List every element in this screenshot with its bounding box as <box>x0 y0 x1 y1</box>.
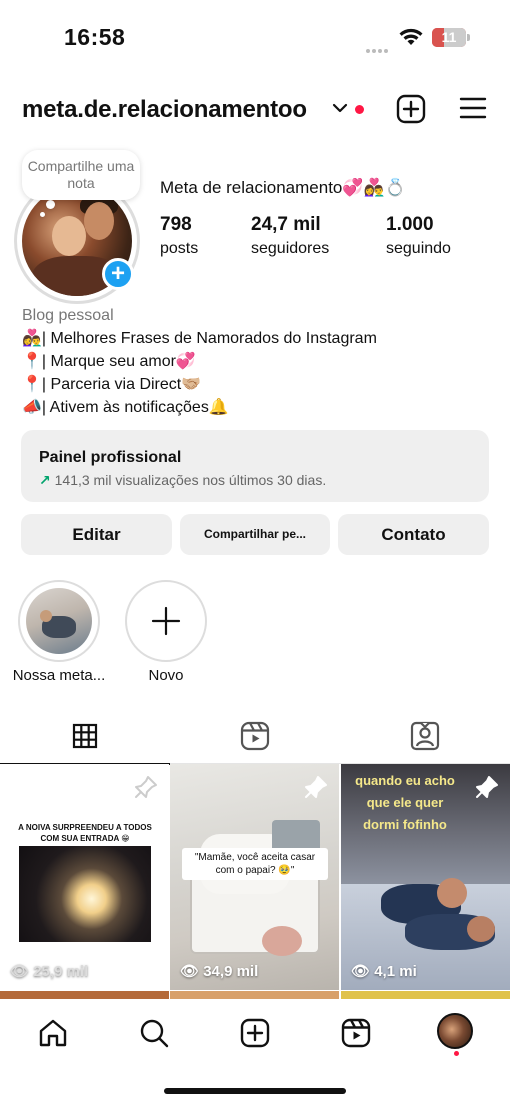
eye-icon: 👁 <box>351 963 371 980</box>
stat-posts[interactable]: 798 posts <box>160 214 198 258</box>
new-highlight-button[interactable] <box>125 580 207 662</box>
new-highlight-label: Novo <box>148 667 184 684</box>
hamburger-menu-icon[interactable] <box>459 96 487 120</box>
stat-followers[interactable]: 24,7 mil seguidores <box>251 214 329 258</box>
bio-line: 📣| Ativem às notificações🔔 <box>22 399 229 416</box>
stat-following-label: seguindo <box>386 240 451 257</box>
post-views: 👁 34,9 mil <box>180 963 259 980</box>
profile-category: Blog pessoal <box>22 307 114 324</box>
stat-followers-value: 24,7 mil <box>251 214 321 235</box>
tab-posts-grid[interactable] <box>0 708 170 765</box>
profile-display-name: Meta de relacionamento💞👩‍❤️‍👨💍 <box>160 178 406 197</box>
highlight-label: Nossa meta... <box>12 667 106 684</box>
note-bubble-tail <box>46 200 55 209</box>
eye-icon: 👁 <box>180 963 200 980</box>
share-profile-button[interactable]: Compartilhar pe... <box>180 514 330 555</box>
post-views: 👁 25,9 mil <box>10 963 89 980</box>
battery-level: 11 <box>441 29 457 45</box>
post-caption: "Mamãe, você aceita casar com o papai? 🥹… <box>182 848 328 880</box>
status-bar: 16:58 11 <box>0 0 510 72</box>
stat-posts-value: 798 <box>160 214 192 235</box>
status-time: 16:58 <box>64 24 126 50</box>
profile-tabs <box>0 708 510 765</box>
notification-dot <box>454 1051 459 1056</box>
edit-profile-button[interactable]: Editar <box>21 514 172 555</box>
bio-line: 👩‍❤️‍👨| Melhores Frases de Namorados do … <box>22 330 377 347</box>
post-thumbnail-partial[interactable] <box>0 991 169 999</box>
create-plus-icon[interactable] <box>396 94 426 124</box>
wifi-icon <box>399 28 423 45</box>
plus-square-icon <box>240 1018 270 1048</box>
pin-icon <box>476 776 498 798</box>
home-icon <box>39 1019 67 1047</box>
nav-reels[interactable] <box>336 1013 376 1053</box>
post-thumbnail[interactable]: "Mamãe, você aceita casar com o papai? 🥹… <box>170 764 339 990</box>
dashboard-views-text: 141,3 mil visualizações nos últimos 30 d… <box>54 472 327 488</box>
post-views: 👁 4,1 mi <box>351 963 417 980</box>
stat-followers-label: seguidores <box>251 240 330 257</box>
dashboard-title: Painel profissional <box>39 449 182 466</box>
contact-button[interactable]: Contato <box>338 514 489 555</box>
stat-posts-label: posts <box>160 240 199 257</box>
tagged-person-icon <box>410 721 440 751</box>
note-bubble-tail-small <box>40 212 45 217</box>
pin-icon <box>305 776 327 798</box>
nav-create[interactable] <box>235 1013 275 1053</box>
add-story-button[interactable]: + <box>102 258 134 290</box>
professional-dashboard[interactable]: Painel profissional ↗ 141,3 mil visualiz… <box>21 430 489 502</box>
nav-profile-avatar[interactable] <box>437 1013 473 1049</box>
highlight-cover[interactable] <box>26 588 92 654</box>
reels-icon <box>240 721 270 751</box>
post-caption: A NOIVA SURPREENDEU A TODOS COM SUA ENTR… <box>18 823 152 843</box>
notification-dot <box>355 105 364 114</box>
profile-header: meta.de.relacionamentoo <box>0 88 510 132</box>
post-thumbnail-partial[interactable] <box>170 991 339 999</box>
eye-icon: 👁 <box>10 963 30 980</box>
profile-username[interactable]: meta.de.relacionamentoo <box>22 96 307 124</box>
tab-reels[interactable] <box>170 708 340 764</box>
bottom-navigation <box>0 999 510 1065</box>
reels-icon <box>341 1018 371 1048</box>
trend-up-icon: ↗ <box>39 472 51 488</box>
post-caption: quando eu acho que ele quer dormi fofinh… <box>355 773 455 832</box>
post-thumbnail[interactable]: quando eu acho que ele quer dormi fofinh… <box>341 764 510 990</box>
grid-icon <box>72 723 98 749</box>
bio-line: 📍| Parceria via Direct🤝🏼 <box>22 376 202 393</box>
nav-search[interactable] <box>134 1013 174 1053</box>
bio-line: 📍| Marque seu amor💞 <box>22 353 196 370</box>
nav-home[interactable] <box>33 1013 73 1053</box>
share-note-bubble[interactable]: Compartilhe uma nota <box>22 150 140 200</box>
profile-bio: Blog pessoal 👩‍❤️‍👨| Melhores Frases de … <box>22 304 377 419</box>
post-thumbnail-partial[interactable] <box>341 991 510 999</box>
plus-icon <box>151 606 181 636</box>
post-image <box>19 846 151 942</box>
pin-icon <box>135 776 157 798</box>
search-icon <box>140 1019 169 1048</box>
tab-tagged[interactable] <box>340 708 510 764</box>
chevron-down-icon[interactable] <box>332 102 348 114</box>
stat-following[interactable]: 1.000 seguindo <box>386 214 451 258</box>
stat-following-value: 1.000 <box>386 214 434 235</box>
home-indicator <box>164 1088 346 1094</box>
battery-icon: 11 <box>432 28 470 47</box>
cellular-signal-icon <box>366 40 390 58</box>
post-thumbnail[interactable]: A NOIVA SURPREENDEU A TODOS COM SUA ENTR… <box>0 764 169 990</box>
dashboard-subtitle: ↗ 141,3 mil visualizações nos últimos 30… <box>39 472 471 489</box>
